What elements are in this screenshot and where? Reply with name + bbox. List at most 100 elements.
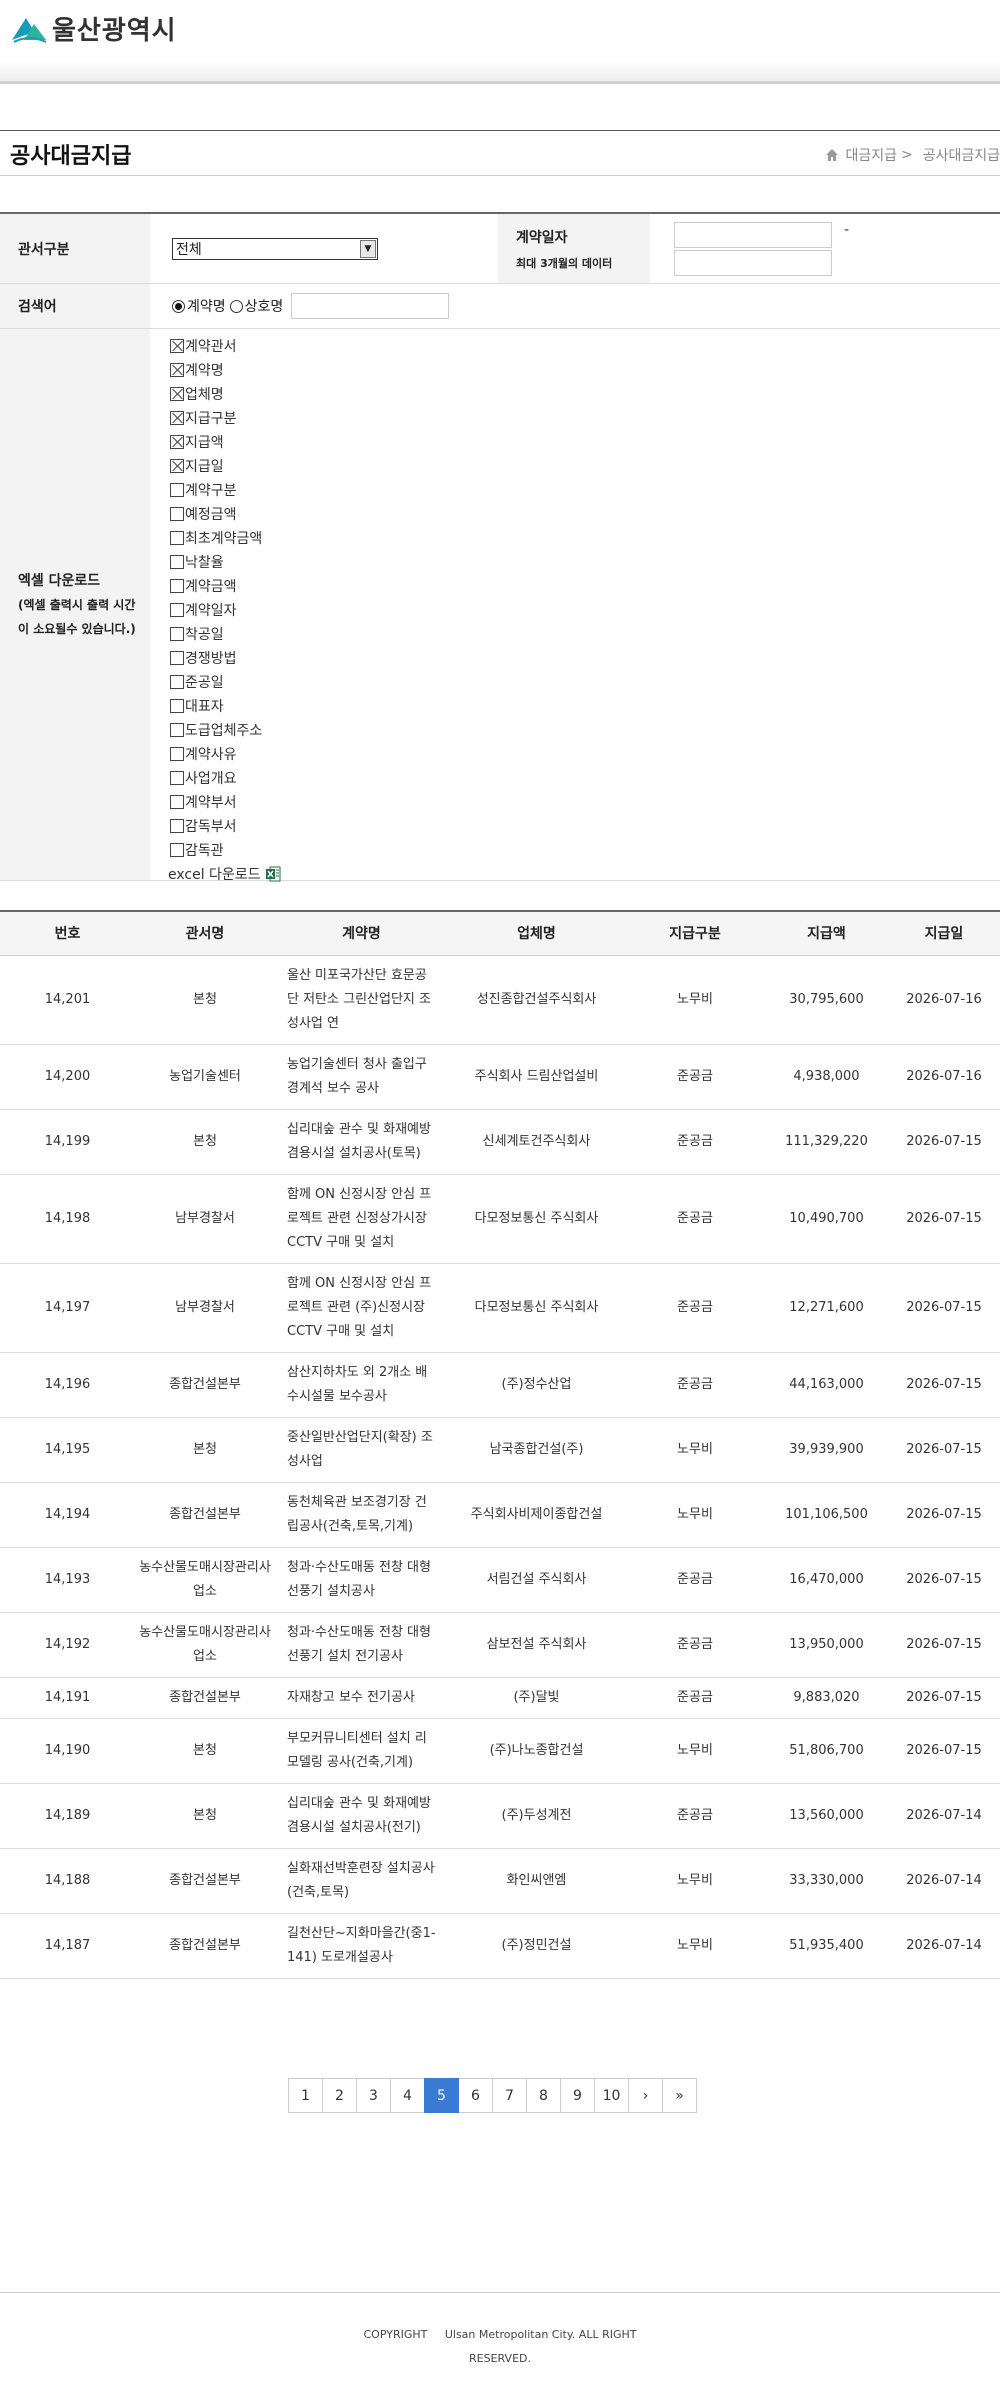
dropdown-arrow-icon[interactable]: ▼ <box>360 239 376 258</box>
cell-contract-name[interactable]: 십리대숲 관수 및 화재예방 겸용시설 설치공사(전기) <box>275 1783 448 1849</box>
table-row[interactable]: 14,201 본청 울산 미포국가산단 효문공단 저탄소 그린산업단지 조성사업 연… <box>0 955 1000 1045</box>
excel-column-option[interactable]: 계약부서 <box>170 790 1000 814</box>
checkbox[interactable] <box>170 387 184 401</box>
checkbox[interactable] <box>170 699 184 713</box>
table-row[interactable]: 14,194 종합건설본부 동천체육관 보조경기장 건립공사(건축,토목,기계) 주식… <box>0 1482 1000 1548</box>
breadcrumb-item-payment[interactable]: 대금지급 <box>845 145 897 165</box>
table-row[interactable]: 14,191 종합건설본부 자재창고 보수 전기공사 (주)달빛 준공금 9,883,02… <box>0 1677 1000 1719</box>
checkbox[interactable] <box>170 627 184 641</box>
excel-column-option[interactable]: 준공일 <box>170 670 1000 694</box>
checkbox[interactable] <box>170 555 184 569</box>
checkbox[interactable] <box>170 483 184 497</box>
checkbox[interactable] <box>170 723 184 737</box>
excel-column-option[interactable]: 지급구분 <box>170 406 1000 430</box>
page-button[interactable]: 9 <box>560 2078 595 2113</box>
cell-contract-name[interactable]: 부모커뮤니티센터 설치 리모델링 공사(건축,기계) <box>275 1718 448 1784</box>
table-row[interactable]: 14,187 종합건설본부 길천산단~지화마을간(중1-141) 도로개설공사 (주)… <box>0 1913 1000 1979</box>
cell-pay-type: 노무비 <box>625 1417 765 1483</box>
table-row[interactable]: 14,195 본청 중산일반산업단지(확장) 조성사업 남국종합건설(주) 노무비 39,… <box>0 1417 1000 1483</box>
excel-column-option[interactable]: 계약일자 <box>170 598 1000 622</box>
excel-column-option[interactable]: 착공일 <box>170 622 1000 646</box>
cell-contract-name[interactable]: 십리대숲 관수 및 화재예방 겸용시설 설치공사(토목) <box>275 1109 448 1175</box>
table-row[interactable]: 14,198 남부경찰서 함께 ON 신정시장 안심 프로젝트 관련 신정상가시장 … <box>0 1174 1000 1264</box>
table-row[interactable]: 14,197 남부경찰서 함께 ON 신정시장 안심 프로젝트 관련 (주)신정시장… <box>0 1263 1000 1353</box>
cell-contract-name[interactable]: 청과·수산도매동 전창 대형 선풍기 설치공사 <box>275 1547 448 1613</box>
cell-contract-name[interactable]: 중산일반산업단지(확장) 조성사업 <box>275 1417 448 1483</box>
excel-column-option[interactable]: 최초계약금액 <box>170 526 1000 550</box>
cell-contract-name[interactable]: 함께 ON 신정시장 안심 프로젝트 관련 (주)신정시장 CCTV 구매 및 … <box>275 1263 448 1353</box>
checkbox[interactable] <box>170 819 184 833</box>
excel-column-option[interactable]: 계약구분 <box>170 478 1000 502</box>
excel-column-option[interactable]: 경쟁방법 <box>170 646 1000 670</box>
table-row[interactable]: 14,188 종합건설본부 실화재선박훈련장 설치공사(건축,토목) 화인씨앤엠 노무비… <box>0 1848 1000 1914</box>
page-button[interactable]: 7 <box>492 2078 527 2113</box>
checkbox[interactable] <box>170 675 184 689</box>
checkbox[interactable] <box>170 603 184 617</box>
table-row[interactable]: 14,193 농수산물도매시장관리사업소 청과·수산도매동 전창 대형 선풍기 설치… <box>0 1547 1000 1613</box>
cell-pay-type: 준공금 <box>625 1783 765 1849</box>
cell-contract-name[interactable]: 동천체육관 보조경기장 건립공사(건축,토목,기계) <box>275 1482 448 1548</box>
cell-contract-name[interactable]: 함께 ON 신정시장 안심 프로젝트 관련 신정상가시장 CCTV 구매 및 설… <box>275 1174 448 1264</box>
cell-contract-name[interactable]: 길천산단~지화마을간(중1-141) 도로개설공사 <box>275 1913 448 1979</box>
page-button[interactable]: 5 <box>424 2078 459 2113</box>
checkbox[interactable] <box>170 411 184 425</box>
excel-column-option[interactable]: 예정금액 <box>170 502 1000 526</box>
last-page-button[interactable]: » <box>662 2078 697 2113</box>
page-button[interactable]: 3 <box>356 2078 391 2113</box>
checkbox[interactable] <box>170 531 184 545</box>
excel-column-option[interactable]: 계약금액 <box>170 574 1000 598</box>
excel-column-option[interactable]: 감독부서 <box>170 814 1000 838</box>
checkbox[interactable] <box>170 795 184 809</box>
radio-company-name[interactable] <box>229 299 243 313</box>
excel-column-option[interactable]: 사업개요 <box>170 766 1000 790</box>
checkbox[interactable] <box>170 843 184 857</box>
page-button[interactable]: 8 <box>526 2078 561 2113</box>
excel-column-option[interactable]: 계약사유 <box>170 742 1000 766</box>
excel-column-option[interactable]: 계약명 <box>170 358 1000 382</box>
checkbox[interactable] <box>170 651 184 665</box>
cell-contract-name[interactable]: 청과·수산도매동 전창 대형 선풍기 설치 전기공사 <box>275 1612 448 1678</box>
checkbox[interactable] <box>170 339 184 353</box>
checkbox[interactable] <box>170 459 184 473</box>
table-row[interactable]: 14,192 농수산물도매시장관리사업소 청과·수산도매동 전창 대형 선풍기 설치… <box>0 1612 1000 1678</box>
checkbox[interactable] <box>170 363 184 377</box>
checkbox[interactable] <box>170 507 184 521</box>
excel-column-option[interactable]: 낙찰율 <box>170 550 1000 574</box>
date-to-input[interactable] <box>674 250 832 276</box>
next-page-button[interactable]: › <box>628 2078 663 2113</box>
cell-contract-name[interactable]: 울산 미포국가산단 효문공단 저탄소 그린산업단지 조성사업 연 <box>275 955 448 1045</box>
excel-column-option[interactable]: 대표자 <box>170 694 1000 718</box>
cell-contract-name[interactable]: 실화재선박훈련장 설치공사(건축,토목) <box>275 1848 448 1914</box>
cell-contract-name[interactable]: 농업기술센터 청사 출입구 경계석 보수 공사 <box>275 1044 448 1110</box>
table-row[interactable]: 14,190 본청 부모커뮤니티센터 설치 리모델링 공사(건축,기계) (주)나노종… <box>0 1718 1000 1784</box>
table-row[interactable]: 14,196 종합건설본부 삼산지하차도 외 2개소 배수시설물 보수공사 (주)정수… <box>0 1352 1000 1418</box>
page-button[interactable]: 10 <box>594 2078 629 2113</box>
cell-contract-name[interactable]: 자재창고 보수 전기공사 <box>275 1677 448 1719</box>
excel-column-option[interactable]: 지급액 <box>170 430 1000 454</box>
excel-file-icon[interactable] <box>265 866 281 882</box>
site-logo[interactable]: 울산광역시 <box>10 10 177 46</box>
cell-contract-name[interactable]: 삼산지하차도 외 2개소 배수시설물 보수공사 <box>275 1352 448 1418</box>
keyword-input[interactable] <box>291 293 450 319</box>
home-icon[interactable] <box>825 148 839 162</box>
checkbox[interactable] <box>170 435 184 449</box>
excel-column-option[interactable]: 도급업체주소 <box>170 718 1000 742</box>
page-button[interactable]: 4 <box>390 2078 425 2113</box>
page-button[interactable]: 2 <box>322 2078 357 2113</box>
table-row[interactable]: 14,199 본청 십리대숲 관수 및 화재예방 겸용시설 설치공사(토목) 신세계토… <box>0 1109 1000 1175</box>
excel-column-option[interactable]: 지급일 <box>170 454 1000 478</box>
excel-column-option[interactable]: 업체명 <box>170 382 1000 406</box>
table-row[interactable]: 14,200 농업기술센터 농업기술센터 청사 출입구 경계석 보수 공사 주식회사 … <box>0 1044 1000 1110</box>
checkbox[interactable] <box>170 747 184 761</box>
checkbox[interactable] <box>170 771 184 785</box>
date-from-input[interactable] <box>674 222 832 248</box>
excel-download-link[interactable]: excel 다운로드 <box>168 862 1000 886</box>
page-button[interactable]: 6 <box>458 2078 493 2113</box>
checkbox[interactable] <box>170 579 184 593</box>
excel-column-option[interactable]: 감독관 <box>170 838 1000 862</box>
table-row[interactable]: 14,189 본청 십리대숲 관수 및 화재예방 겸용시설 설치공사(전기) (주)두… <box>0 1783 1000 1849</box>
page-button[interactable]: 1 <box>288 2078 323 2113</box>
dept-select[interactable]: 전체 ▼ <box>172 237 378 260</box>
radio-contract-name[interactable] <box>172 299 185 313</box>
excel-column-option[interactable]: 계약관서 <box>170 334 1000 358</box>
